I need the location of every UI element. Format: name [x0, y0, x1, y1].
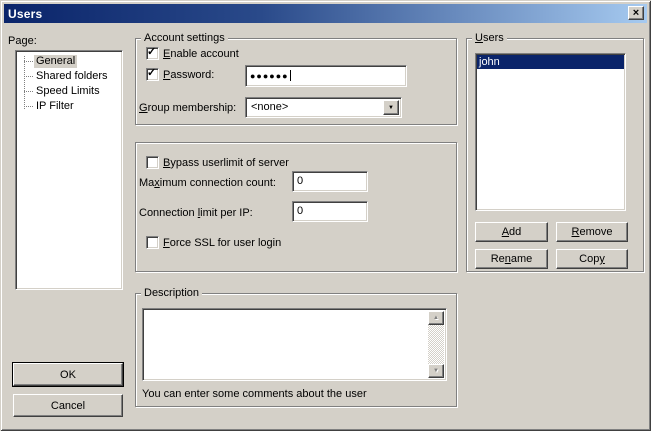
tree-item-label[interactable]: IP Filter — [34, 100, 76, 113]
password-label: Password: — [163, 69, 214, 82]
remove-user-button-label: Remove — [572, 226, 613, 238]
tree-item-shared-folders[interactable]: Shared folders — [16, 69, 122, 84]
users-listbox[interactable]: john — [475, 53, 626, 211]
description-textarea[interactable]: ▲ ▼ — [142, 308, 447, 381]
force-ssl-checkbox[interactable]: ✓ — [146, 236, 159, 249]
max-connections-label: Maximum connection count: — [139, 177, 276, 190]
titlebar: Users × — [4, 4, 647, 23]
tree-item-ip-filter[interactable]: IP Filter — [16, 99, 122, 114]
description-caption: Description — [141, 287, 202, 299]
group-membership-label: Group membership: — [139, 102, 236, 115]
cancel-button[interactable]: Cancel — [13, 394, 123, 417]
tree-item-label[interactable]: Shared folders — [34, 70, 110, 83]
chevron-down-icon: ▼ — [388, 105, 394, 111]
ok-button-label: OK — [60, 369, 76, 381]
bypass-userlimit-label: Bypass userlimit of server — [163, 157, 289, 170]
password-masked-value: ●●●●●● — [250, 71, 289, 81]
close-icon: × — [633, 8, 639, 19]
password-input[interactable]: ●●●●●● — [245, 65, 407, 87]
dropdown-button[interactable]: ▼ — [383, 100, 399, 115]
max-connections-value: 0 — [297, 175, 303, 187]
enable-account-checkbox[interactable]: ✓ — [146, 47, 159, 60]
enable-account-label: Enable account — [163, 48, 239, 61]
users-dialog: Users × Page: General Shared folders Spe… — [0, 0, 651, 431]
window-title: Users — [4, 7, 42, 21]
max-connections-input[interactable]: 0 — [292, 171, 368, 192]
ip-limit-label: Connection limit per IP: — [139, 207, 253, 220]
ip-limit-input[interactable]: 0 — [292, 201, 368, 222]
arrow-down-icon: ▼ — [433, 368, 439, 374]
check-icon: ✓ — [147, 45, 156, 58]
description-scrollbar[interactable]: ▲ ▼ — [428, 311, 444, 378]
cancel-button-label: Cancel — [51, 400, 85, 412]
scroll-down-button[interactable]: ▼ — [428, 364, 444, 378]
tree-item-label[interactable]: Speed Limits — [34, 85, 102, 98]
description-hint: You can enter some comments about the us… — [142, 388, 367, 401]
scroll-up-button[interactable]: ▲ — [428, 311, 444, 325]
ok-button[interactable]: OK — [13, 363, 123, 386]
add-user-button[interactable]: Add — [475, 222, 548, 242]
user-list-item[interactable]: john — [477, 55, 624, 69]
password-checkbox[interactable]: ✓ — [146, 68, 159, 81]
bypass-userlimit-checkbox[interactable]: ✓ — [146, 156, 159, 169]
force-ssl-label: Force SSL for user login — [163, 237, 281, 250]
group-membership-select[interactable]: <none> ▼ — [245, 97, 402, 118]
rename-user-button[interactable]: Rename — [475, 249, 548, 269]
group-membership-value: <none> — [248, 100, 383, 115]
rename-user-button-label: Rename — [491, 253, 533, 265]
page-label: Page: — [8, 35, 37, 48]
arrow-up-icon: ▲ — [433, 315, 439, 321]
tree-item-speed-limits[interactable]: Speed Limits — [16, 84, 122, 99]
ip-limit-value: 0 — [297, 205, 303, 217]
copy-user-button-label: Copy — [579, 253, 605, 265]
text-caret — [290, 70, 291, 81]
add-user-button-label: Add — [502, 226, 522, 238]
page-tree[interactable]: General Shared folders Speed Limits IP F… — [15, 50, 123, 290]
close-button[interactable]: × — [628, 6, 644, 20]
tree-item-general[interactable]: General — [16, 54, 122, 69]
users-caption: Users — [472, 32, 507, 44]
tree-item-label[interactable]: General — [34, 55, 77, 68]
check-icon: ✓ — [147, 66, 156, 79]
remove-user-button[interactable]: Remove — [556, 222, 628, 242]
copy-user-button[interactable]: Copy — [556, 249, 628, 269]
account-settings-caption: Account settings — [141, 32, 228, 44]
